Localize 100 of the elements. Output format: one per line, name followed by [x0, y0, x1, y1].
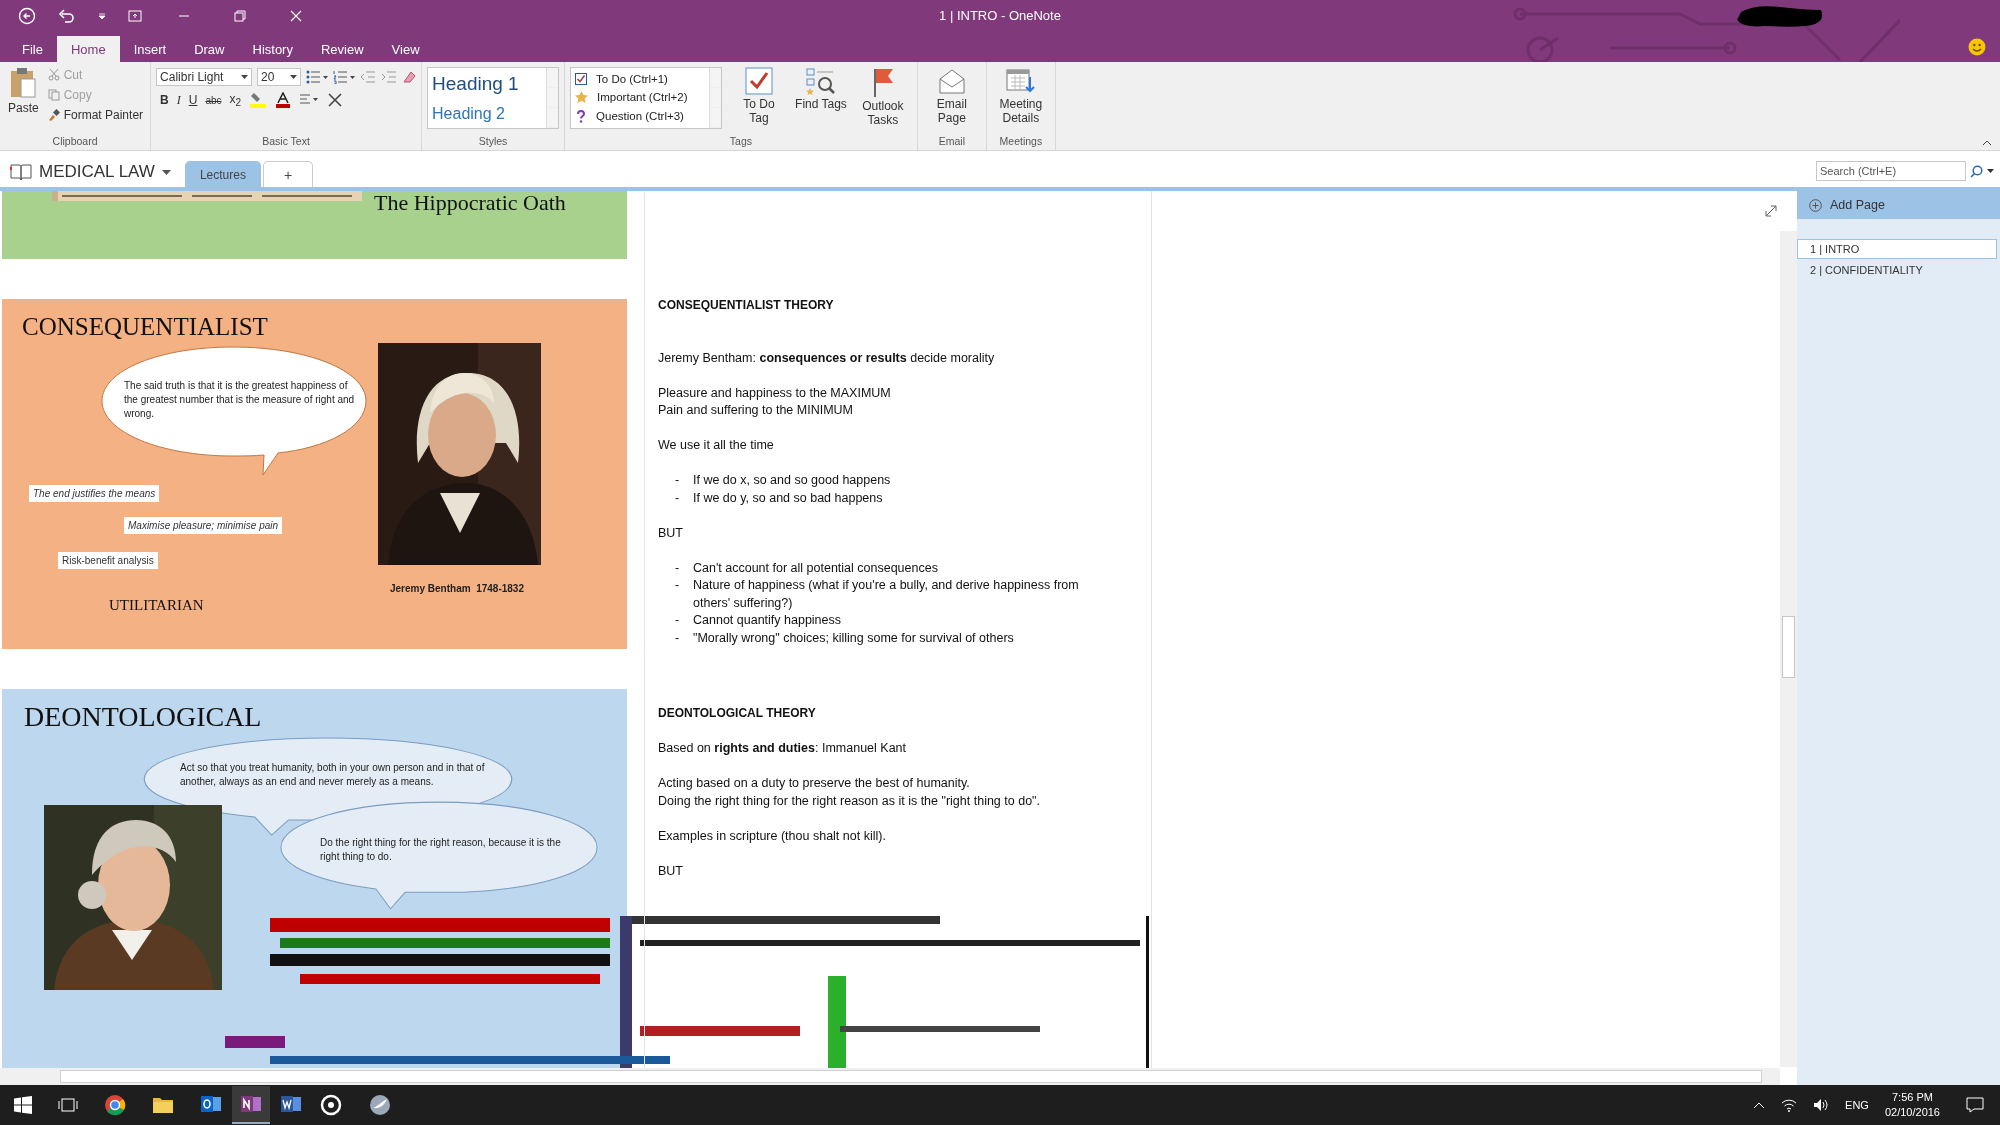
- meeting-details-button[interactable]: Meeting Details: [991, 65, 1050, 127]
- copy-icon: [47, 88, 60, 101]
- notebook-icon: [10, 163, 32, 181]
- clear-formatting-icon[interactable]: [402, 70, 417, 84]
- close-icon[interactable]: [290, 10, 302, 22]
- slide-subtitle: UTILITARIAN: [109, 597, 204, 614]
- caret-icon: [290, 75, 298, 79]
- underline-button[interactable]: U: [188, 93, 198, 108]
- bold-button[interactable]: B: [160, 93, 169, 108]
- label-text: Maximise pleasure; minimise pain: [124, 517, 283, 534]
- search-field[interactable]: Search (Ctrl+E): [1816, 161, 1966, 181]
- bird-app-icon[interactable]: [368, 1094, 392, 1116]
- tag-button[interactable]: Outlook Tasks: [853, 65, 912, 129]
- highlighter-icon[interactable]: [249, 92, 268, 109]
- slide-title: DEONTOLOGICAL: [24, 701, 262, 733]
- full-screen-icon[interactable]: [128, 10, 142, 22]
- wifi-icon[interactable]: [1781, 1098, 1798, 1112]
- numbering-icon[interactable]: [333, 70, 356, 84]
- collapse-ribbon-icon[interactable]: [1982, 140, 1992, 146]
- add-page-button[interactable]: Add Page: [1797, 191, 2000, 219]
- bullet-dash: -: [675, 472, 681, 489]
- tag-option[interactable]: Important (Ctrl+2): [575, 91, 706, 104]
- customize-menu-icon[interactable]: [98, 12, 106, 20]
- bullet-text: Cannot quantify happiness: [693, 612, 843, 629]
- paste-button[interactable]: Paste: [5, 65, 42, 117]
- ribbon-tab[interactable]: View: [377, 36, 434, 62]
- group-label: Tags: [728, 135, 754, 149]
- style-option[interactable]: Heading 1: [432, 73, 543, 95]
- ribbon-tab[interactable]: Review: [306, 36, 378, 62]
- smiley-icon[interactable]: [1968, 38, 1986, 56]
- tag-option[interactable]: Question (Ctrl+3): [575, 109, 706, 123]
- search-icon: [1970, 164, 1983, 178]
- clipboard-icon: [9, 67, 38, 99]
- slide-title: CONSEQUENTIALIST: [22, 313, 268, 341]
- windows-icon[interactable]: [14, 1096, 32, 1114]
- clock[interactable]: 7:56 PM 02/10/2016: [1884, 1090, 1940, 1120]
- language-indicator[interactable]: ENG: [1845, 1099, 1869, 1111]
- label-text: The end justifies the means: [29, 485, 160, 502]
- strikethrough-button[interactable]: abc: [205, 94, 222, 106]
- note-text: Based on rights and duties: Immanuel Kant: [658, 740, 907, 757]
- section-tab[interactable]: Lectures: [184, 161, 261, 187]
- bullets-icon[interactable]: [306, 70, 329, 84]
- styles-gallery[interactable]: Heading 1 Heading 2: [427, 67, 560, 129]
- speaker-icon[interactable]: [1813, 1098, 1830, 1112]
- subscript-button[interactable]: x$_{2}$: [229, 92, 242, 109]
- note-heading: DEONTOLOGICAL THEORY: [658, 705, 817, 722]
- undo-icon[interactable]: [58, 8, 76, 24]
- tag-option[interactable]: To Do (Ctrl+1): [575, 73, 706, 86]
- ribbon-tab[interactable]: Home: [56, 36, 120, 62]
- folder-icon[interactable]: [152, 1096, 174, 1114]
- question-icon: [575, 109, 588, 123]
- ribbon-tab[interactable]: File: [8, 36, 57, 62]
- tag-button[interactable]: To Do Tag: [730, 65, 789, 127]
- expand-icon[interactable]: [1765, 205, 1777, 217]
- notes-app-icon[interactable]: [232, 1086, 270, 1124]
- note-heading: CONSEQUENTIALIST THEORY: [658, 297, 835, 314]
- tag-button[interactable]: Find Tags: [792, 65, 850, 113]
- tags-gallery[interactable]: To Do (Ctrl+1) Important (Ctrl+2) Question (Ctrl+3): [570, 67, 723, 129]
- font-color-icon[interactable]: [275, 92, 292, 109]
- align-icon[interactable]: [299, 94, 320, 107]
- bullet-dash: -: [675, 489, 681, 507]
- ribbon-tab[interactable]: History: [238, 36, 307, 62]
- email-page-button[interactable]: Email Page: [922, 65, 981, 127]
- italic-button[interactable]: I: [176, 92, 181, 108]
- group-label: Meetings: [998, 135, 1044, 149]
- label-text: Risk-benefit analysis: [58, 552, 158, 569]
- note-text: Examples in scripture (thou shalt not kill).: [658, 827, 887, 845]
- browser-icon[interactable]: [104, 1094, 126, 1116]
- font-dropdown[interactable]: Calibri Light: [156, 68, 253, 86]
- font-size-dropdown[interactable]: 20: [257, 68, 302, 86]
- ribbon-tab[interactable]: Insert: [119, 36, 181, 62]
- bullet-dash: -: [675, 612, 681, 629]
- note-text: Pleasure and happiness to the MAXIMUM: [658, 384, 892, 402]
- add-section-tab[interactable]: +: [262, 161, 314, 187]
- group-label: Clipboard: [51, 135, 99, 149]
- notifications-icon[interactable]: [1966, 1097, 1984, 1113]
- disc-icon[interactable]: [320, 1094, 342, 1116]
- bullet-text: "Morally wrong" choices; killing some for survival of others: [693, 629, 1015, 647]
- chevron-up-icon[interactable]: [1753, 1101, 1766, 1109]
- caret-icon: [1987, 169, 1994, 173]
- style-option[interactable]: Heading 2: [432, 105, 543, 123]
- note-text: Acting based on a duty to preserve the best of humanity.: [658, 775, 971, 792]
- ribbon-tab[interactable]: Draw: [180, 36, 239, 62]
- horizontal-scrollbar[interactable]: [0, 1068, 1780, 1085]
- envelope-icon: [937, 67, 966, 95]
- page-item[interactable]: 1 | INTRO: [1797, 239, 1997, 259]
- bullet-text: Nature of happiness (what if you're a bully, and derive happiness from others' suffering?): [693, 577, 1080, 612]
- bullet-text: Can't account for all potential consequences: [693, 559, 939, 577]
- vertical-scrollbar[interactable]: [1780, 231, 1797, 1067]
- plus-icon: [1809, 198, 1822, 212]
- scissors-icon: [47, 68, 60, 81]
- notebook-dropdown[interactable]: MEDICAL LAW: [10, 157, 171, 187]
- page-item[interactable]: 2 | CONFIDENTIALITY: [1797, 260, 1997, 280]
- restore-icon[interactable]: [234, 10, 246, 22]
- back-icon[interactable]: [18, 7, 36, 25]
- clipboard-button[interactable]: Format Painter: [45, 105, 146, 124]
- quote-text: Do the right thing for the right reason, because it is the right thing to do.: [320, 836, 562, 864]
- delete-icon[interactable]: [327, 92, 344, 109]
- bullet-text: If we do x, so and so good happens: [693, 472, 892, 489]
- task-view-icon[interactable]: [58, 1097, 78, 1113]
